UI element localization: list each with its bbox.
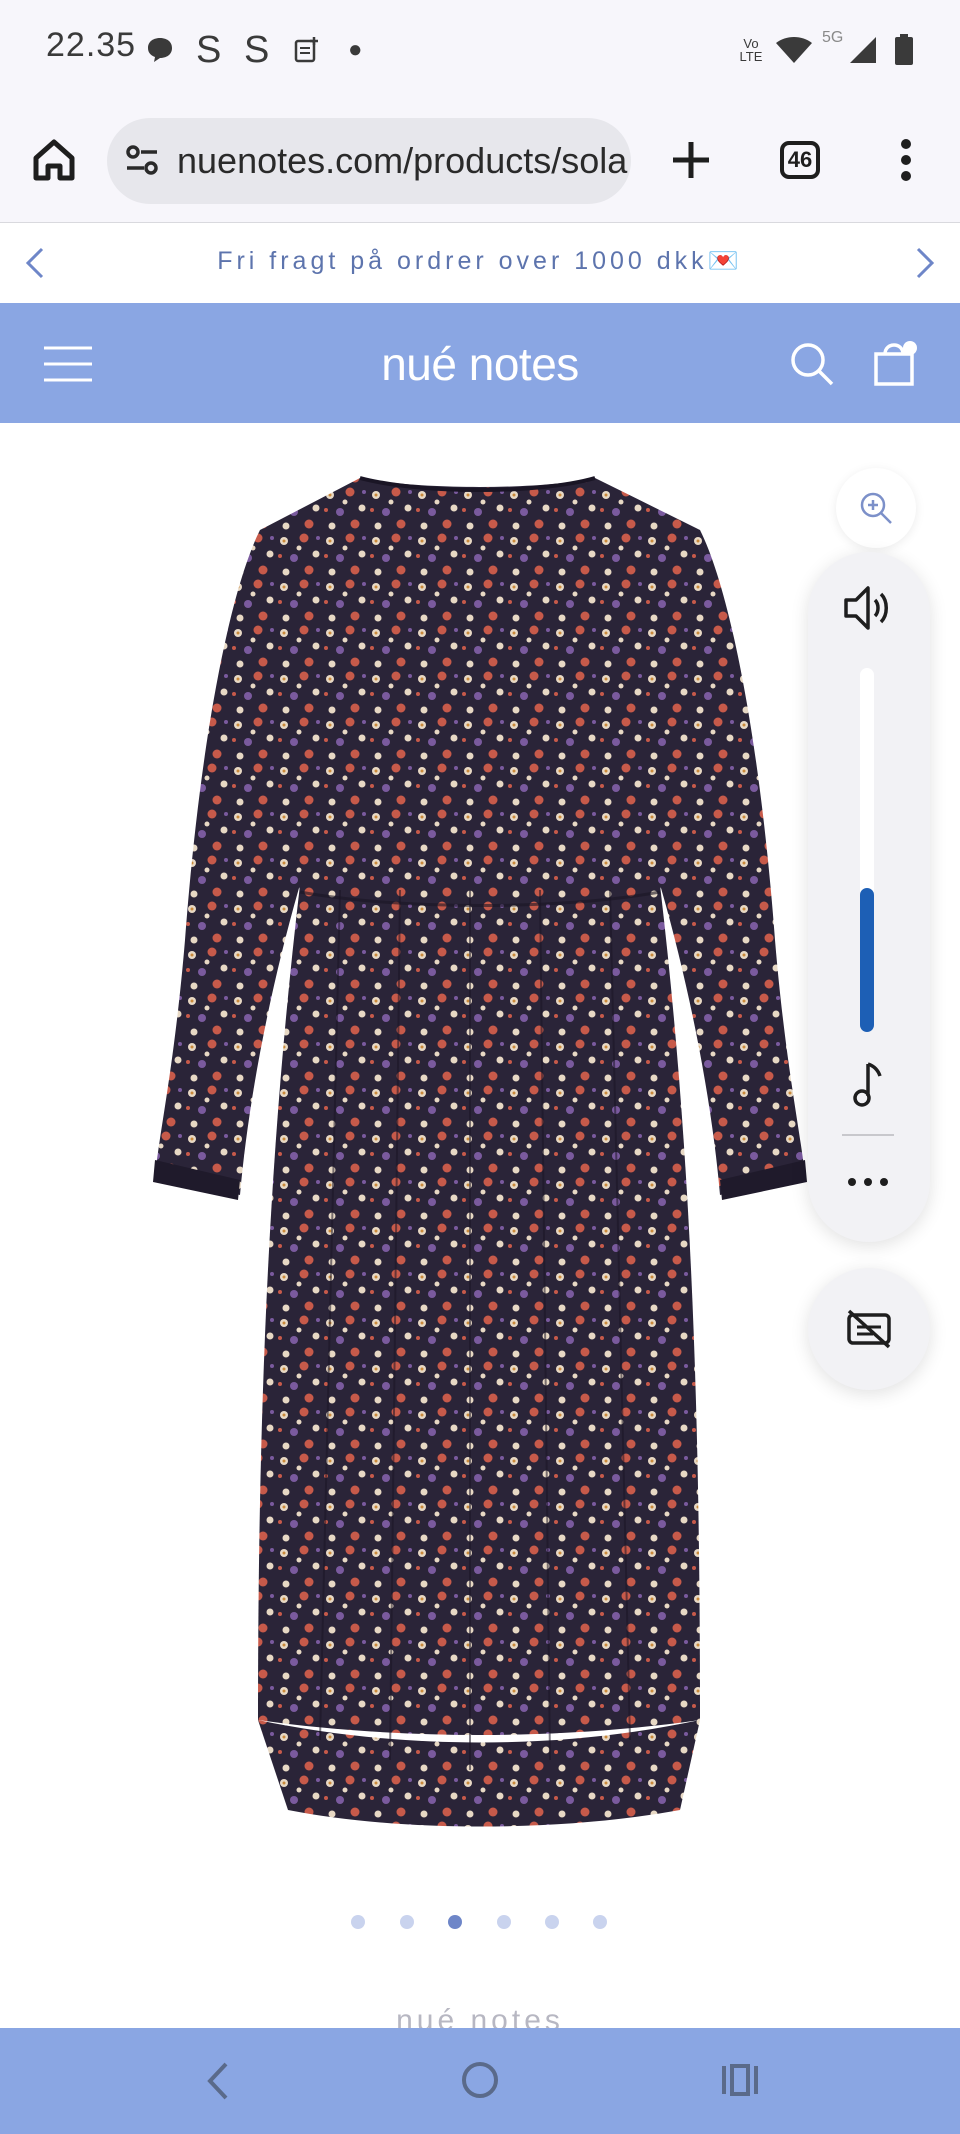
cart-icon[interactable] [868, 336, 920, 390]
nav-back-icon[interactable] [200, 2058, 234, 2104]
gallery-dot[interactable] [400, 1915, 414, 1929]
announcement-bar: Fri fragt på ordrer over 1000 dkk💌 [0, 223, 960, 303]
wifi-icon [774, 30, 814, 70]
url-text[interactable]: nuenotes.com/products/sola [177, 140, 627, 182]
menu-icon[interactable] [42, 344, 94, 384]
speaker-icon[interactable] [842, 582, 894, 634]
music-note-icon[interactable] [848, 1060, 888, 1108]
home-icon[interactable] [28, 134, 80, 186]
gallery-dot[interactable] [545, 1915, 559, 1929]
volume-panel-divider [842, 1134, 894, 1136]
site-settings-icon[interactable] [123, 140, 165, 182]
more-vert-icon[interactable] [888, 136, 924, 184]
new-tab-plus-icon[interactable] [667, 136, 715, 184]
tabs-icon[interactable]: 46 [780, 141, 820, 179]
gallery-dot[interactable] [593, 1915, 607, 1929]
more-horiz-icon[interactable] [846, 1172, 890, 1192]
search-icon[interactable] [788, 340, 836, 388]
chevron-right-icon[interactable] [912, 246, 938, 280]
chevron-left-icon[interactable] [22, 246, 48, 280]
volume-slider-fill[interactable] [860, 888, 874, 1032]
address-bar[interactable]: nuenotes.com/products/sola [107, 118, 631, 204]
news-notification-icon [292, 30, 322, 70]
gallery-dot[interactable] [497, 1915, 511, 1929]
announcement-text: Fri fragt på ordrer over 1000 dkk💌 [217, 247, 743, 275]
gallery-dot[interactable] [351, 1915, 365, 1929]
status-time: 22.35 [46, 26, 137, 64]
battery-icon [894, 30, 914, 70]
nav-recents-icon[interactable] [718, 2060, 762, 2100]
zoom-button[interactable] [836, 468, 916, 548]
signal-icon [848, 30, 878, 70]
s-app-notification-icon: S [196, 28, 222, 71]
more-notifications-dot-icon: ● [348, 36, 363, 63]
volte-icon: Vo LTE [739, 36, 763, 64]
captions-off-icon [847, 1309, 891, 1349]
s-app-notification-icon-2: S [244, 28, 270, 71]
live-caption-toggle[interactable] [808, 1268, 930, 1390]
nav-home-icon[interactable] [458, 2058, 502, 2102]
zoom-in-icon [860, 492, 892, 524]
gallery-dot-active[interactable] [448, 1915, 462, 1929]
status-bar [0, 0, 960, 98]
chat-notification-icon [145, 30, 175, 70]
network-type-label: 5G [822, 29, 844, 46]
